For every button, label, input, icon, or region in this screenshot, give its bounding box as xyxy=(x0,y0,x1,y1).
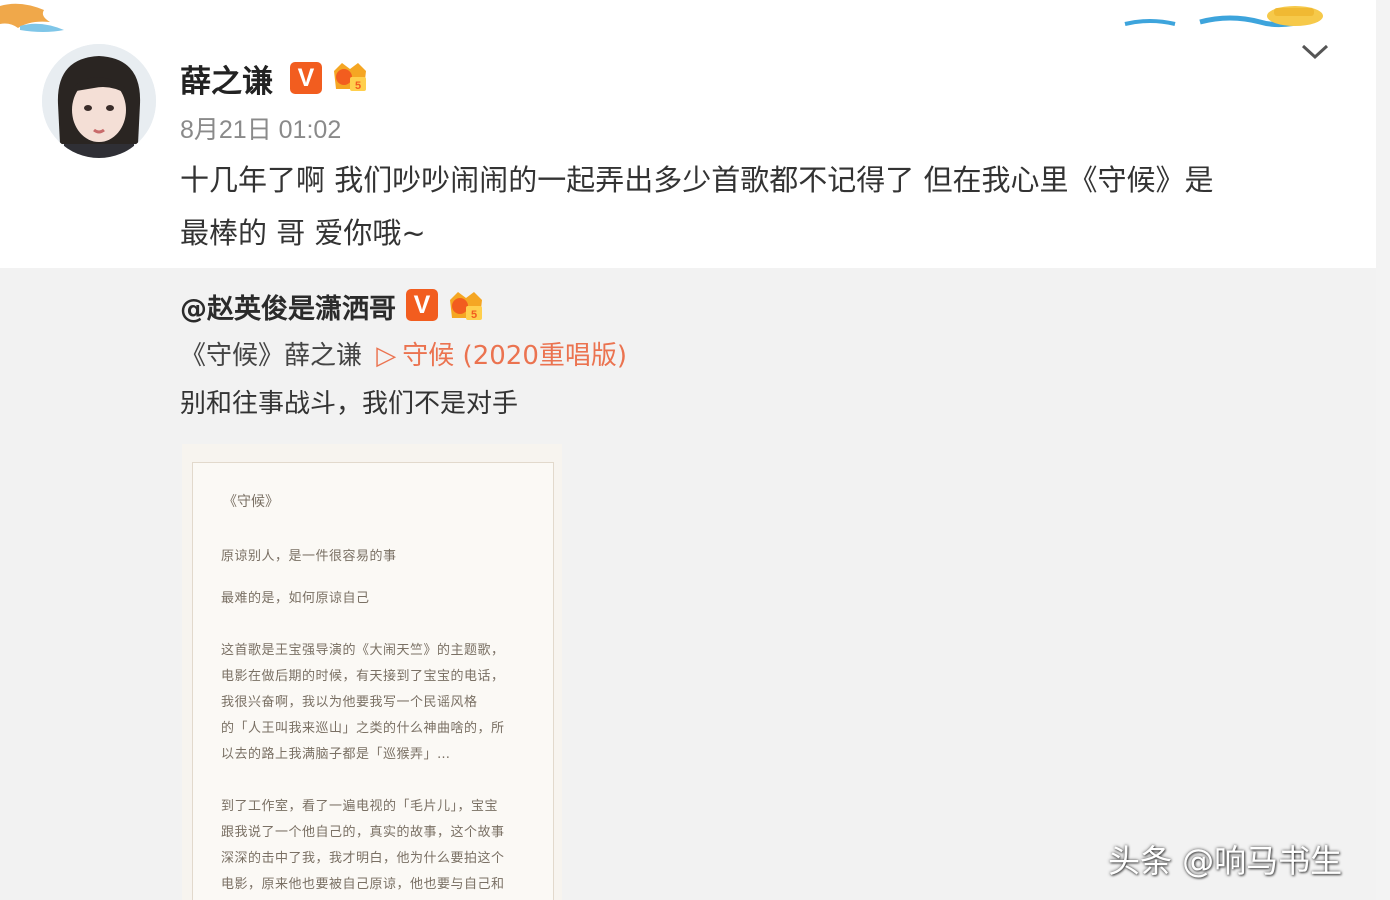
lyric-line: 到了工作室，看了一遍电视的「毛片儿」，宝宝 xyxy=(221,799,499,814)
svg-text:5: 5 xyxy=(471,309,477,321)
member-crown-icon: 5 xyxy=(450,292,482,321)
svg-text:5: 5 xyxy=(355,80,361,92)
member-crown-icon: 5 xyxy=(334,63,366,92)
post-text: 十几年了啊 我们吵吵闹闹的一起弄出多少首歌都不记得了 但在我心里《守候》是 最棒… xyxy=(180,163,1214,250)
repost-author-link[interactable]: @赵英俊是潇洒哥 xyxy=(180,287,396,326)
chevron-down-icon[interactable] xyxy=(1300,40,1330,64)
song-link-label: 守候 (2020重唱版) xyxy=(402,341,628,371)
avatar[interactable] xyxy=(42,44,156,158)
lyric-line: 以去的路上我满脑子都是「巡猴弄」… xyxy=(221,747,451,762)
song-prefix: 《守候》薛之谦 xyxy=(180,341,363,371)
verified-badge-icon: V xyxy=(406,289,438,321)
lyric-image-frame: 《守候》 原谅别人，是一件很容易的事 最难的是，如何原谅自己 这首歌是王宝强导演… xyxy=(192,462,554,900)
scrollbar[interactable] xyxy=(1376,0,1390,900)
post-time[interactable]: 8月21日 01:02 xyxy=(180,110,341,146)
repost-text: 别和往事战斗，我们不是对手 xyxy=(180,389,519,419)
lyric-line: 深深的击中了我，我才明白，他为什么要拍这个 xyxy=(221,851,505,866)
lyric-line: 跟我说了一个他自己的，真实的故事，这个故事 xyxy=(221,825,505,840)
lyric-title: 《守候》 xyxy=(223,494,279,510)
lyric-line: 电影，原来他也要被自己原谅，他也要与自己和 xyxy=(221,877,505,892)
boat-wave-decoration-icon xyxy=(1124,6,1323,28)
lyric-line: 这首歌是王宝强导演的《大闹天竺》的主题歌， xyxy=(221,643,505,658)
song-link[interactable]: ▷ 守候 (2020重唱版) xyxy=(370,341,627,371)
lyric-line: 的「人王叫我来巡山」之类的什么神曲啥的，所 xyxy=(221,721,505,736)
verified-badge-icon: V xyxy=(290,62,322,94)
song-line: 《守候》薛之谦 ▷ 守候 (2020重唱版) xyxy=(180,335,627,372)
lyric-line: 我很兴奋啊，我以为他要我写一个民谣风格 xyxy=(221,695,478,710)
author-name[interactable]: 薛之谦 xyxy=(180,56,273,101)
lyric-line: 原谅别人，是一件很容易的事 xyxy=(221,549,397,564)
watermark: 头条 @响马书生 xyxy=(1108,842,1343,880)
lyric-line: 电影在做后期的时候，有天接到了宝宝的电话， xyxy=(221,669,505,684)
lyric-image[interactable]: 《守候》 原谅别人，是一件很容易的事 最难的是，如何原谅自己 这首歌是王宝强导演… xyxy=(182,444,562,900)
play-icon: ▷ xyxy=(376,341,397,371)
splash-decoration-icon xyxy=(0,3,64,32)
lyric-line: 最难的是，如何原谅自己 xyxy=(221,591,370,606)
